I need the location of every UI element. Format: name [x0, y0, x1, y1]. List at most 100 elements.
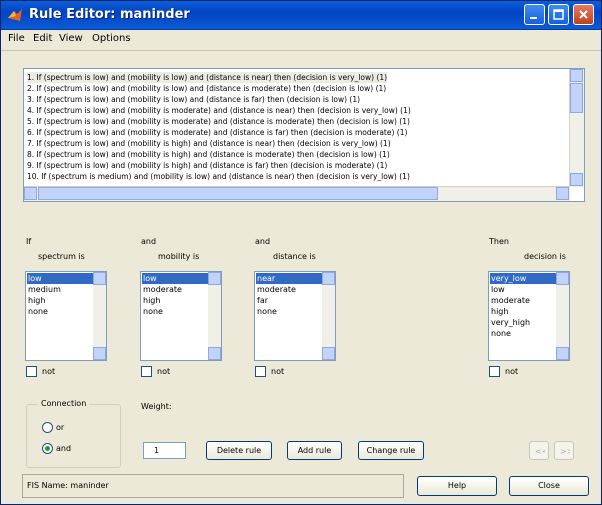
rules-horizontal-scrollbar[interactable]: [24, 186, 570, 201]
rule-item[interactable]: 8. If (spectrum is low) and (mobility is…: [27, 149, 390, 160]
list-item[interactable]: medium: [27, 284, 94, 295]
listbox-scrollbar[interactable]: [556, 272, 569, 360]
scroll-thumb[interactable]: [570, 83, 583, 113]
arrow-right-icon: >>: [560, 447, 573, 456]
listbox-scrollbar[interactable]: [208, 272, 221, 360]
rule-item[interactable]: 7. If (spectrum is low) and (mobility is…: [27, 138, 391, 149]
or-radio[interactable]: [42, 422, 53, 433]
list-item[interactable]: none: [142, 306, 209, 317]
spectrum-not-checkbox[interactable]: [26, 366, 37, 377]
scroll-down-icon[interactable]: [322, 347, 335, 360]
scroll-thumb[interactable]: [38, 187, 438, 200]
move-right-button[interactable]: >>: [554, 441, 574, 460]
window-title: Rule Editor: maninder: [29, 7, 190, 22]
scroll-up-icon[interactable]: [208, 272, 221, 285]
and-radio[interactable]: [42, 443, 53, 454]
fis-name-status: FIS Name: maninder: [22, 474, 404, 498]
svg-text:>>: >>: [560, 447, 570, 456]
rule-item[interactable]: 10. If (spectrum is medium) and (mobilit…: [27, 171, 410, 182]
close-icon: [579, 10, 588, 19]
arrow-left-icon: <<: [535, 447, 548, 456]
decision-label: decision is: [524, 252, 566, 261]
list-item[interactable]: none: [27, 306, 94, 317]
scroll-up-icon[interactable]: [322, 272, 335, 285]
title-bar[interactable]: Rule Editor: maninder: [1, 1, 601, 30]
list-item[interactable]: high: [27, 295, 94, 306]
list-item[interactable]: far: [256, 295, 323, 306]
change-rule-button[interactable]: Change rule: [358, 441, 424, 460]
menu-options[interactable]: Options: [92, 33, 131, 44]
rule-item[interactable]: 9. If (spectrum is low) and (mobility is…: [27, 160, 387, 171]
scroll-down-icon[interactable]: [570, 173, 583, 186]
mobility-not-checkbox[interactable]: [141, 366, 152, 377]
decision-not-checkbox[interactable]: [489, 366, 500, 377]
scroll-down-icon[interactable]: [208, 347, 221, 360]
scroll-up-icon[interactable]: [93, 272, 106, 285]
maximize-icon: [553, 9, 564, 20]
list-item[interactable]: moderate: [256, 284, 323, 295]
list-item[interactable]: very_low: [490, 273, 557, 284]
menu-file[interactable]: File: [8, 33, 25, 44]
rule-item[interactable]: 5. If (spectrum is low) and (mobility is…: [27, 116, 410, 127]
or-label: or: [56, 423, 65, 432]
weight-label: Weight:: [141, 402, 172, 411]
list-item[interactable]: none: [256, 306, 323, 317]
rule-item[interactable]: 6. If (spectrum is low) and (mobility is…: [27, 127, 407, 138]
then-label: Then: [489, 237, 509, 246]
list-item[interactable]: moderate: [142, 284, 209, 295]
help-button[interactable]: Help: [417, 476, 497, 496]
rule-item[interactable]: 3. If (spectrum is low) and (mobility is…: [27, 94, 360, 105]
rules-vertical-scrollbar[interactable]: [569, 69, 584, 187]
rule-item[interactable]: 4. If (spectrum is low) and (mobility is…: [27, 105, 411, 116]
minimize-icon: [530, 17, 537, 19]
and-label: and: [141, 237, 157, 246]
listbox-scrollbar[interactable]: [93, 272, 106, 360]
list-item[interactable]: high: [142, 295, 209, 306]
scroll-down-icon[interactable]: [556, 347, 569, 360]
scroll-up-icon[interactable]: [556, 272, 569, 285]
add-rule-button[interactable]: Add rule: [287, 441, 342, 460]
and-label: and: [255, 237, 271, 246]
not-label: not: [157, 367, 171, 376]
close-button[interactable]: Close: [509, 476, 589, 496]
weight-input[interactable]: 1: [143, 442, 186, 459]
connection-title: Connection: [38, 399, 90, 408]
minimize-button[interactable]: [524, 4, 545, 25]
scroll-right-icon[interactable]: [556, 187, 569, 200]
list-item[interactable]: low: [27, 273, 94, 284]
list-item[interactable]: near: [256, 273, 323, 284]
not-label: not: [42, 367, 56, 376]
list-item[interactable]: low: [142, 273, 209, 284]
connection-group: [26, 404, 121, 468]
rules-list[interactable]: 1. If (spectrum is low) and (mobility is…: [23, 68, 585, 202]
distance-not-checkbox[interactable]: [255, 366, 266, 377]
matlab-logo-icon: [8, 9, 22, 21]
decision-listbox[interactable]: very_low low moderate high very_high non…: [488, 271, 570, 361]
close-window-button[interactable]: [573, 4, 594, 25]
not-label: not: [505, 367, 519, 376]
menu-view[interactable]: View: [59, 33, 83, 44]
spectrum-listbox[interactable]: low medium high none: [25, 271, 107, 361]
rule-item[interactable]: 2. If (spectrum is low) and (mobility is…: [27, 83, 386, 94]
scroll-up-icon[interactable]: [570, 69, 583, 82]
scroll-down-icon[interactable]: [93, 347, 106, 360]
delete-rule-button[interactable]: Delete rule: [206, 441, 272, 460]
mobility-listbox[interactable]: low moderate high none: [140, 271, 222, 361]
scroll-left-icon[interactable]: [24, 187, 37, 200]
menu-bar: File Edit View Options: [1, 30, 601, 51]
and-option-label: and: [56, 444, 72, 453]
list-item[interactable]: low: [490, 284, 557, 295]
list-item[interactable]: moderate: [490, 295, 557, 306]
rule-editor-window: Rule Editor: maninder File Edit View Opt…: [0, 0, 602, 505]
list-item[interactable]: very_high: [490, 317, 557, 328]
list-item[interactable]: none: [490, 328, 557, 339]
distance-listbox[interactable]: near moderate far none: [254, 271, 336, 361]
listbox-scrollbar[interactable]: [322, 272, 335, 360]
mobility-label: mobility is: [158, 252, 200, 261]
if-label: If: [26, 237, 32, 246]
maximize-button[interactable]: [548, 4, 569, 25]
menu-edit[interactable]: Edit: [33, 33, 52, 44]
move-left-button[interactable]: <<: [529, 441, 549, 460]
list-item[interactable]: high: [490, 306, 557, 317]
rule-item[interactable]: 1. If (spectrum is low) and (mobility is…: [27, 72, 388, 83]
